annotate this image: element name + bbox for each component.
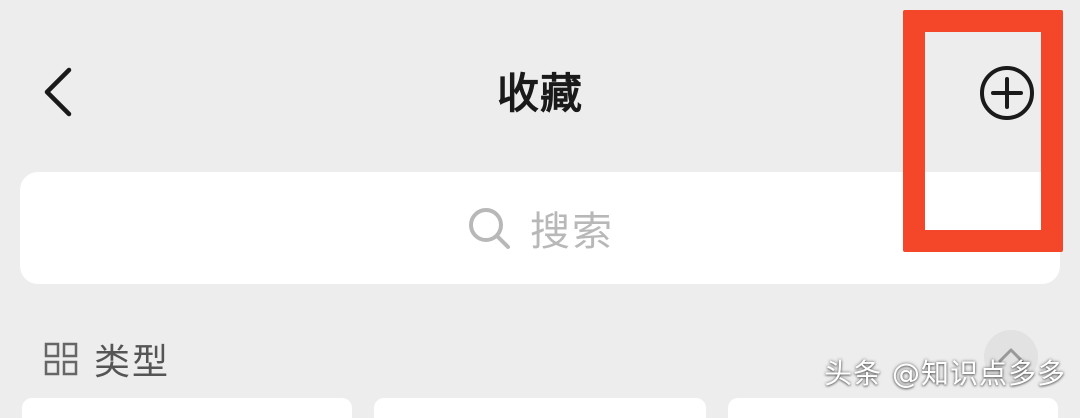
search-bar[interactable]: 搜索 (20, 172, 1060, 284)
watermark: 头条 @知识点多多 (824, 357, 1066, 390)
grid-icon (44, 342, 78, 376)
type-card[interactable] (374, 398, 706, 418)
page-title: 收藏 (496, 69, 583, 118)
plus-circle-icon (978, 64, 1036, 126)
type-section-header: 类型 (44, 332, 170, 386)
search-icon (466, 205, 512, 251)
favorites-page: 收藏 搜索 类型 头条 @知识点多多 (0, 0, 1080, 418)
search-placeholder: 搜索 (530, 209, 614, 255)
top-bar: 收藏 (0, 0, 1080, 190)
section-label-type: 类型 (94, 342, 171, 383)
type-card[interactable] (728, 398, 1058, 418)
type-card[interactable] (22, 398, 352, 418)
add-favorite-button[interactable] (972, 62, 1042, 128)
search-content: 搜索 (466, 199, 614, 257)
